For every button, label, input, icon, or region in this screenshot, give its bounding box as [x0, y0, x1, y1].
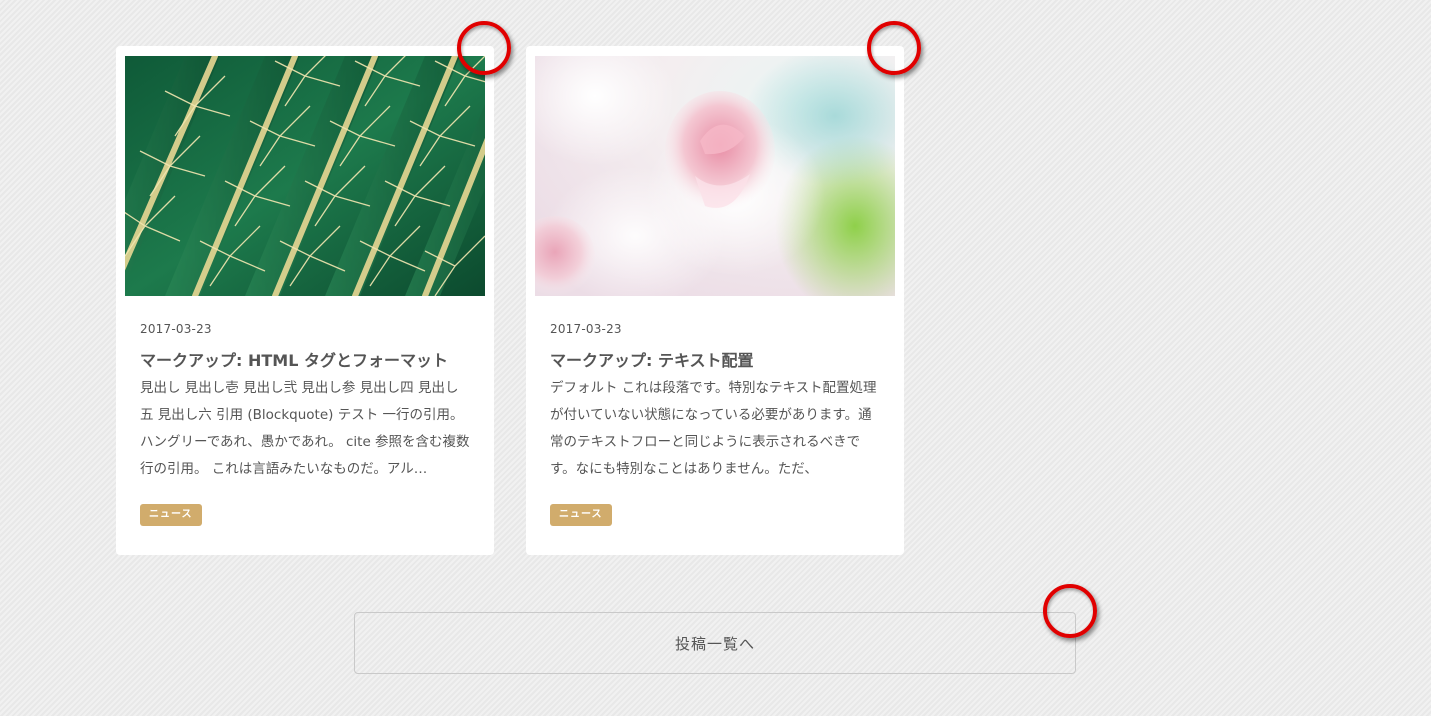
view-all-posts-button[interactable]: 投稿一覧へ [354, 612, 1076, 674]
category-tag[interactable]: ニュース [550, 504, 612, 526]
post-card[interactable]: 2017-03-23 マークアップ: HTML タグとフォーマット 見出し 見出… [116, 46, 494, 555]
post-title[interactable]: マークアップ: HTML タグとフォーマット [140, 347, 480, 371]
cactus-image [125, 56, 485, 296]
annotation-circle-marker [867, 21, 921, 75]
annotation-circle-marker [1043, 584, 1097, 638]
post-date: 2017-03-23 [140, 322, 212, 336]
post-thumbnail-cactus[interactable] [125, 56, 485, 296]
category-tag[interactable]: ニュース [140, 504, 202, 526]
post-excerpt: 見出し 見出し壱 見出し弐 見出し参 見出し四 見出し五 見出し六 引用 (Bl… [140, 380, 470, 477]
post-title[interactable]: マークアップ: テキスト配置 [550, 347, 890, 371]
rose-image [535, 56, 895, 296]
annotation-circle-marker [457, 21, 511, 75]
post-card[interactable]: 2017-03-23 マークアップ: テキスト配置 デフォルト これは段落です。… [526, 46, 904, 555]
post-excerpt: デフォルト これは段落です。特別なテキスト配置処理が付いていない状態になっている… [550, 380, 877, 477]
post-date: 2017-03-23 [550, 322, 622, 336]
view-all-posts-label: 投稿一覧へ [674, 634, 755, 653]
post-thumbnail-rose[interactable] [535, 56, 895, 296]
